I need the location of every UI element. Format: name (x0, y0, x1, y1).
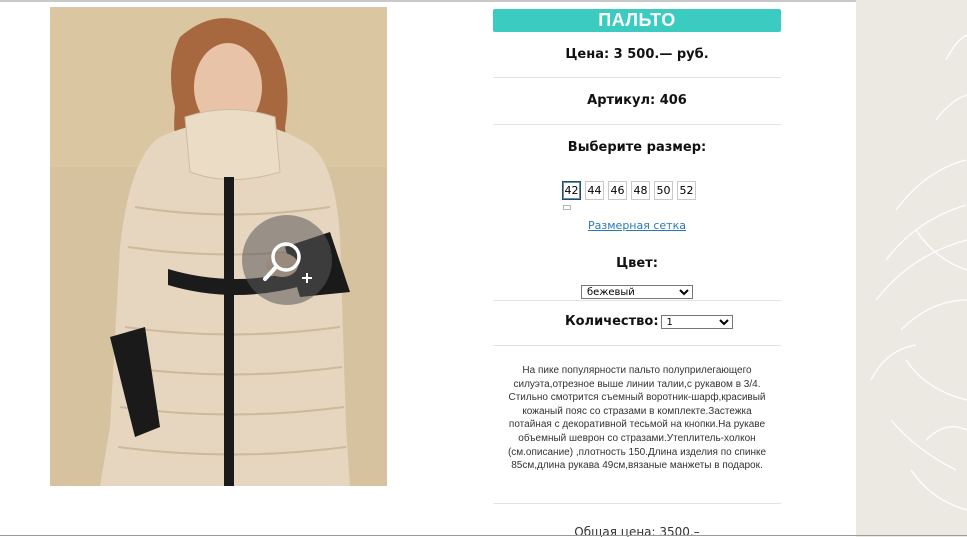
article-number: Артикул: 406 (587, 93, 687, 108)
bottom-border (0, 535, 967, 536)
size-chart-link[interactable]: Размерная сетка (493, 219, 781, 232)
size-option-48[interactable]: 48 (631, 181, 650, 200)
size-option-50[interactable]: 50 (654, 181, 673, 200)
size-option-44[interactable]: 44 (585, 181, 604, 200)
product-page: ПАЛЬТО Цена: 3 500.— руб. Артикул: 406 В… (0, 0, 967, 537)
quantity-row: Количество: 1 (565, 314, 733, 329)
product-image[interactable] (50, 7, 387, 486)
divider (493, 503, 781, 504)
divider (493, 124, 781, 125)
divider (493, 77, 781, 78)
color-label: Цвет: (616, 256, 658, 271)
size-prompt: Выберите размер: (567, 140, 707, 155)
size-option-46[interactable]: 46 (608, 181, 627, 200)
zoom-in-icon (263, 242, 312, 283)
zoom-button[interactable] (242, 215, 332, 305)
product-info: ПАЛЬТО Цена: 3 500.— руб. Артикул: 406 В… (493, 9, 781, 537)
top-border (0, 0, 967, 2)
product-title: ПАЛЬТО (493, 9, 781, 32)
divider (493, 345, 781, 346)
decorative-panel (856, 0, 967, 537)
price: Цена: 3 500.— руб. (565, 47, 709, 62)
color-select[interactable]: бежевый (581, 285, 693, 299)
quantity-select[interactable]: 1 (660, 314, 733, 329)
size-indicator (563, 205, 571, 210)
size-selector: 42 44 46 48 50 52 (562, 181, 696, 200)
product-description: На пике популярности пальто полуприлегаю… (507, 365, 767, 472)
size-option-42[interactable]: 42 (562, 181, 581, 200)
quantity-label: Количество: (565, 314, 659, 329)
product-photo (50, 7, 387, 486)
floral-pattern (870, 34, 967, 511)
size-option-52[interactable]: 52 (677, 181, 696, 200)
divider (493, 300, 781, 301)
